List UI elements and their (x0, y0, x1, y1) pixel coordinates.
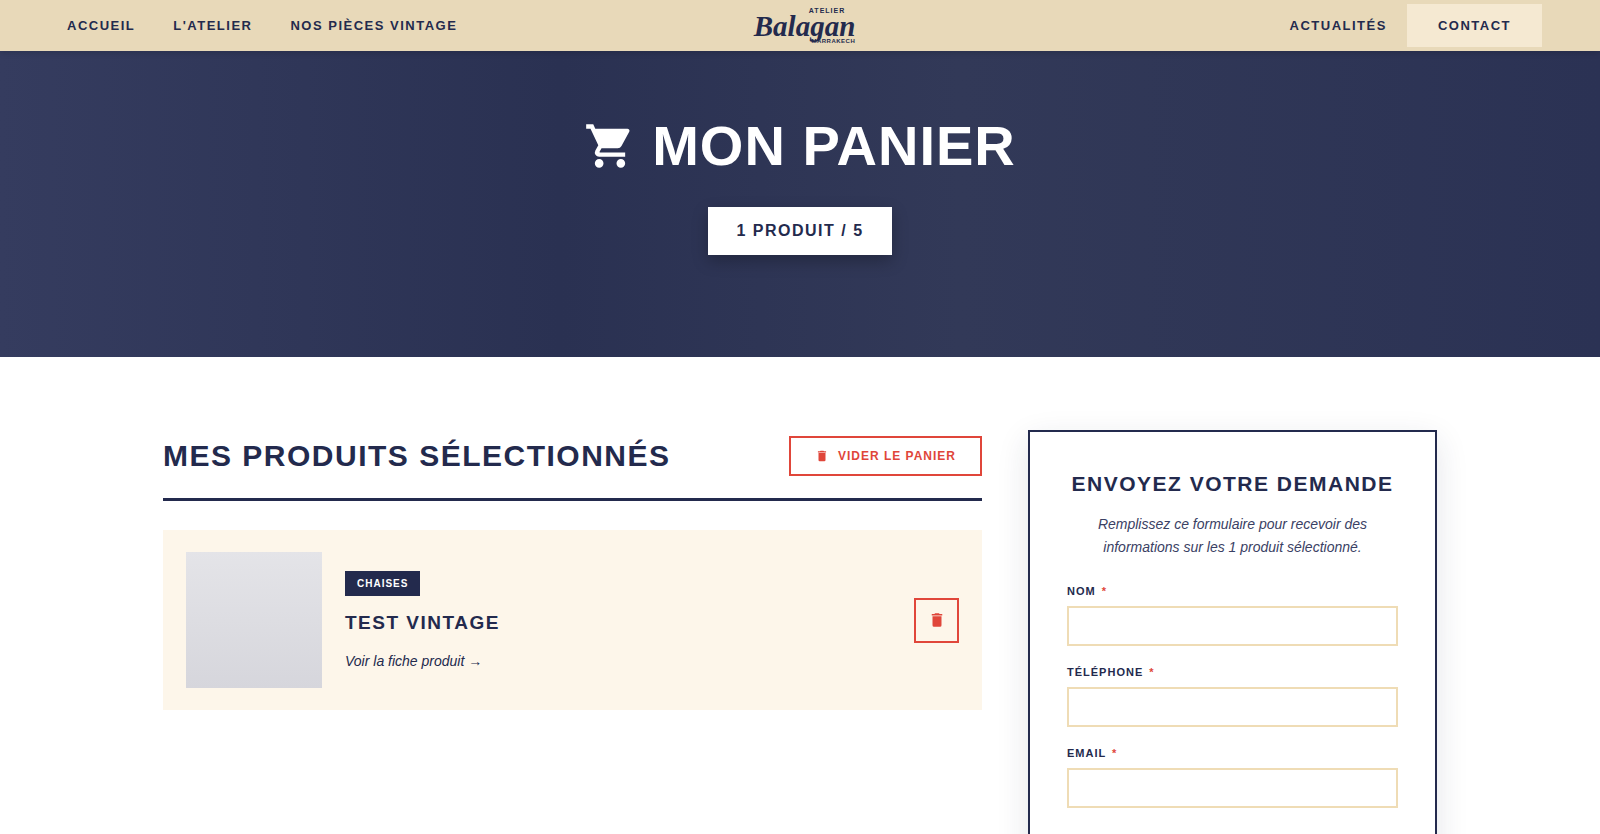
field-input[interactable] (1067, 606, 1398, 646)
nav-right: ACTUALITÉS CONTACT (855, 4, 1542, 47)
logo-name: Balagan (754, 12, 856, 41)
product-count-badge: 1 PRODUIT / 5 (708, 207, 891, 255)
category-tag: CHAISES (345, 571, 420, 596)
list-header: MES PRODUITS SÉLECTIONNÉS VIDER LE PANIER (163, 430, 982, 501)
trash-icon (928, 611, 946, 629)
cart-list: MES PRODUITS SÉLECTIONNÉS VIDER LE PANIER… (163, 430, 982, 710)
hero-title-text: MON PANIER (652, 113, 1016, 179)
product-name: TEST VINTAGE (345, 612, 500, 634)
clear-cart-button[interactable]: VIDER LE PANIER (789, 436, 982, 476)
field-input[interactable] (1067, 768, 1398, 808)
field-label: NOM * (1067, 585, 1398, 597)
product-link[interactable]: Voir la fiche produit → (345, 653, 482, 669)
form-title: ENVOYEZ VOTRE DEMANDE (1067, 472, 1398, 496)
logo[interactable]: ATELIERBalaganMARRAKECH (754, 7, 856, 44)
page: ACCUEIL L'ATELIER NOS PIÈCES VINTAGE ATELIE… (0, 0, 1600, 834)
field-input[interactable] (1067, 687, 1398, 727)
top-nav: ACCUEIL L'ATELIER NOS PIÈCES VINTAGE ATELIE… (0, 0, 1600, 51)
form-description: Remplissez ce formulaire pour recevoir d… (1075, 513, 1390, 559)
form-field: NOM * (1067, 585, 1398, 646)
content: MES PRODUITS SÉLECTIONNÉS VIDER LE PANIER… (163, 430, 1437, 834)
request-form: ENVOYEZ VOTRE DEMANDE Remplissez ce formu… (1028, 430, 1437, 834)
hero: MON PANIER 1 PRODUIT / 5 (0, 51, 1600, 357)
nav-link[interactable]: L'ATELIER (173, 18, 252, 33)
nav-left: ACCUEIL L'ATELIER NOS PIÈCES VINTAGE (67, 18, 754, 33)
product-info: CHAISES TEST VINTAGE Voir la fiche produit… (345, 571, 891, 669)
logo-bottom: MARRAKECH (811, 38, 855, 44)
clear-cart-label: VIDER LE PANIER (838, 449, 956, 463)
required-mark: * (1149, 666, 1154, 678)
field-label: TÉLÉPHONE * (1067, 666, 1398, 678)
remove-product-button[interactable] (914, 598, 959, 643)
hero-title: MON PANIER (584, 113, 1016, 179)
cart-icon (584, 120, 636, 172)
product-card: CHAISES TEST VINTAGE Voir la fiche produit… (163, 530, 982, 710)
list-title: MES PRODUITS SÉLECTIONNÉS (163, 439, 671, 473)
required-mark: * (1112, 747, 1117, 759)
required-mark: * (1102, 585, 1107, 597)
trash-icon (815, 449, 829, 463)
form-field: EMAIL * (1067, 747, 1398, 808)
nav-link[interactable]: NOS PIÈCES VINTAGE (290, 18, 457, 33)
field-label: EMAIL * (1067, 747, 1398, 759)
form-field: TÉLÉPHONE * (1067, 666, 1398, 727)
nav-link[interactable]: ACCUEIL (67, 18, 135, 33)
product-photo[interactable] (186, 552, 322, 688)
nav-link[interactable]: ACTUALITÉS (1290, 18, 1387, 33)
contact-button[interactable]: CONTACT (1407, 4, 1542, 47)
